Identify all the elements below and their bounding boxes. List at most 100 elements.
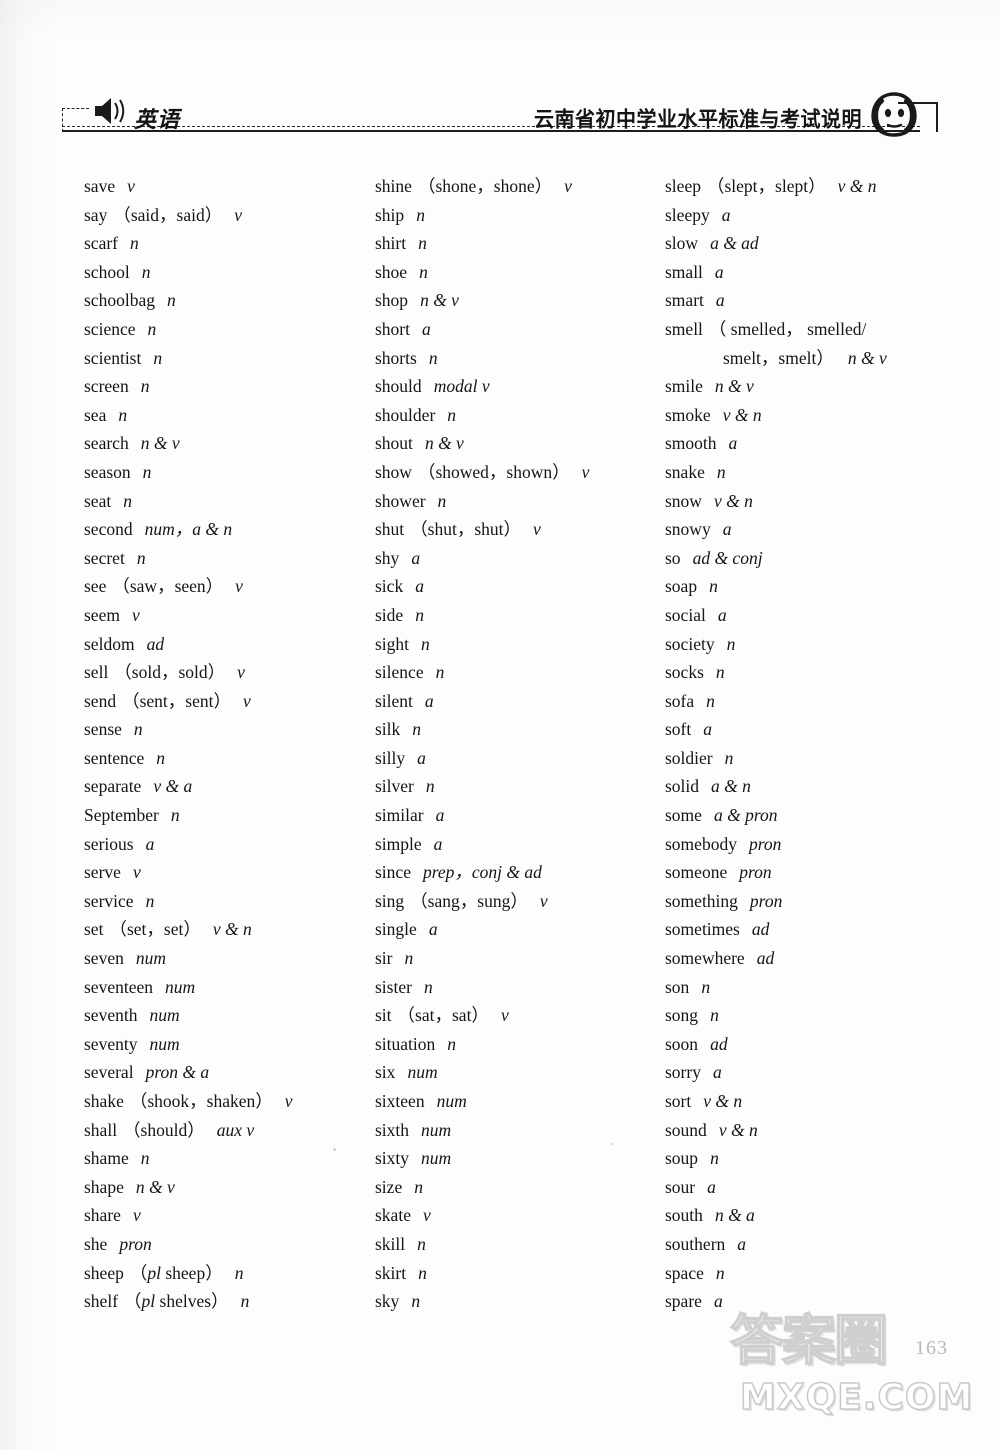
vocabulary-word: shout <box>375 433 413 454</box>
vocabulary-word: smart <box>665 290 704 311</box>
vocabulary-entry: smart a <box>665 286 995 315</box>
vocabulary-part-of-speech: n <box>170 805 180 826</box>
vocabulary-part-of-speech: a <box>415 576 424 597</box>
vocabulary-entry: since prep，conj & ad <box>375 858 655 887</box>
vocabulary-entry: sit （sat，sat） v <box>375 1001 655 1030</box>
book-title: 云南省初中学业水平标准与考试说明 <box>534 106 862 132</box>
vocabulary-word: sight <box>375 633 410 654</box>
vocabulary-entry: separate v & a <box>84 772 369 801</box>
vocabulary-inflections: （said，said） <box>113 204 223 225</box>
vocabulary-part-of-speech: v <box>581 461 590 482</box>
vocabulary-part-of-speech: n <box>423 976 433 997</box>
vocabulary-word: season <box>84 461 131 482</box>
vocabulary-word: somewhere <box>665 948 745 969</box>
vocabulary-part-of-speech: aux v <box>216 1119 255 1140</box>
vocabulary-entry: ship n <box>375 201 655 230</box>
vocabulary-entry: silent a <box>375 687 655 716</box>
vocabulary-word: secret <box>84 547 125 568</box>
vocabulary-word: science <box>84 318 136 339</box>
vocabulary-word: several <box>84 1062 134 1083</box>
vocabulary-part-of-speech: pron <box>119 1233 152 1254</box>
vocabulary-word: seldom <box>84 633 135 654</box>
vocabulary-word: scientist <box>84 347 142 368</box>
vocabulary-entry: sixty num <box>375 1144 655 1173</box>
vocabulary-part-of-speech: pron & a <box>145 1062 210 1083</box>
page-header: 英语 云南省初中学业水平标准与考试说明 <box>0 84 1000 146</box>
vocabulary-part-of-speech: num <box>436 1091 467 1111</box>
vocabulary-word: social <box>665 604 706 625</box>
vocabulary-word: separate <box>84 776 142 797</box>
vocabulary-part-of-speech: n & v <box>140 433 180 454</box>
vocabulary-entry: sing （sang，sung） v <box>375 887 655 916</box>
vocabulary-part-of-speech: a <box>145 833 155 854</box>
vocabulary-entry: soldier n <box>665 744 995 773</box>
vocabulary-part-of-speech: v <box>539 890 548 911</box>
vocabulary-word: shall <box>84 1119 118 1140</box>
vocabulary-part-of-speech: pron <box>739 862 772 883</box>
vocabulary-word: silence <box>375 662 424 683</box>
vocabulary-part-of-speech: n <box>726 633 736 654</box>
vocabulary-word: second <box>84 519 133 540</box>
vocabulary-part-of-speech: n <box>419 261 428 282</box>
vocabulary-entry: smell （ smelled， smelled/smelt，smelt） n & … <box>665 315 995 372</box>
vocabulary-word: somebody <box>665 833 737 854</box>
vocabulary-inflections: （should） <box>123 1119 205 1140</box>
vocabulary-word: should <box>375 376 422 397</box>
vocabulary-part-of-speech: a & pron <box>713 805 778 826</box>
vocabulary-part-of-speech: a <box>714 261 724 282</box>
vocabulary-list: save v say （said，said） v scarf n school n schoolb… <box>0 172 1000 1316</box>
subject-label: 英语 <box>134 108 181 133</box>
vocabulary-part-of-speech: n <box>709 576 718 597</box>
vocabulary-part-of-speech: a <box>428 919 438 940</box>
vocabulary-part-of-speech: prep，conj & ad <box>422 862 542 883</box>
vocabulary-entry: second num，a & n <box>84 515 369 544</box>
vocabulary-part-of-speech: n <box>418 1262 427 1283</box>
vocabulary-word: snowy <box>665 519 711 540</box>
vocabulary-entry: social a <box>665 601 995 630</box>
vocabulary-part-of-speech: num <box>149 1033 180 1054</box>
vocabulary-entry: small a <box>665 258 995 287</box>
vocabulary-word: screen <box>84 376 129 397</box>
vocabulary-part-of-speech: a <box>722 519 732 540</box>
vocabulary-word: sit <box>375 1005 392 1026</box>
header-corner-bracket <box>898 102 938 132</box>
vocabulary-part-of-speech: num <box>165 976 196 997</box>
vocabulary-word: sea <box>84 404 107 425</box>
vocabulary-inflections: （shut，shut） <box>410 519 522 540</box>
vocabulary-entry: seventeen num <box>84 973 369 1002</box>
vocabulary-entry: shake （shook，shaken） v <box>84 1087 369 1116</box>
vocabulary-part-of-speech: v <box>127 176 135 196</box>
vocabulary-entry: sheep （pl sheep） n <box>84 1259 369 1288</box>
vocabulary-entry: shine （shone，shone） v <box>375 172 655 201</box>
vocabulary-word: sheep <box>84 1262 124 1283</box>
vocabulary-word: skirt <box>375 1262 407 1283</box>
vocabulary-part-of-speech: n <box>724 747 734 768</box>
vocabulary-word: serious <box>84 833 134 854</box>
vocabulary-inflections: （pl shelves） <box>124 1291 229 1312</box>
vocabulary-word: some <box>665 805 702 826</box>
vocabulary-word: sing <box>375 890 405 911</box>
vocabulary-part-of-speech: a <box>424 690 434 711</box>
vocabulary-part-of-speech: n <box>142 461 152 482</box>
vocabulary-part-of-speech: n <box>145 890 155 911</box>
scan-speck <box>611 1143 613 1145</box>
vocabulary-entry: sister n <box>375 973 655 1002</box>
vocabulary-entry: spare a <box>665 1287 995 1316</box>
vocabulary-entry: song n <box>665 1001 995 1030</box>
vocabulary-entry: sound v & n <box>665 1116 995 1145</box>
vocabulary-part-of-speech: a <box>717 604 727 625</box>
vocabulary-entry: see （saw，seen） v <box>84 572 369 601</box>
vocabulary-entry: school n <box>84 258 369 287</box>
vocabulary-word: she <box>84 1233 108 1254</box>
vocabulary-entry: send （sent，sent） v <box>84 687 369 716</box>
vocabulary-part-of-speech: a <box>703 719 712 740</box>
vocabulary-entry: soup n <box>665 1144 995 1173</box>
vocabulary-part-of-speech: n <box>701 976 711 997</box>
vocabulary-part-of-speech: v & n <box>718 1119 758 1140</box>
vocabulary-entry: seem v <box>84 601 369 630</box>
vocabulary-part-of-speech: ad <box>756 948 775 969</box>
vocabulary-part-of-speech: n <box>706 690 715 711</box>
vocabulary-word: soon <box>665 1033 699 1054</box>
vocabulary-word: soldier <box>665 747 713 768</box>
vocabulary-word: smile <box>665 376 703 397</box>
